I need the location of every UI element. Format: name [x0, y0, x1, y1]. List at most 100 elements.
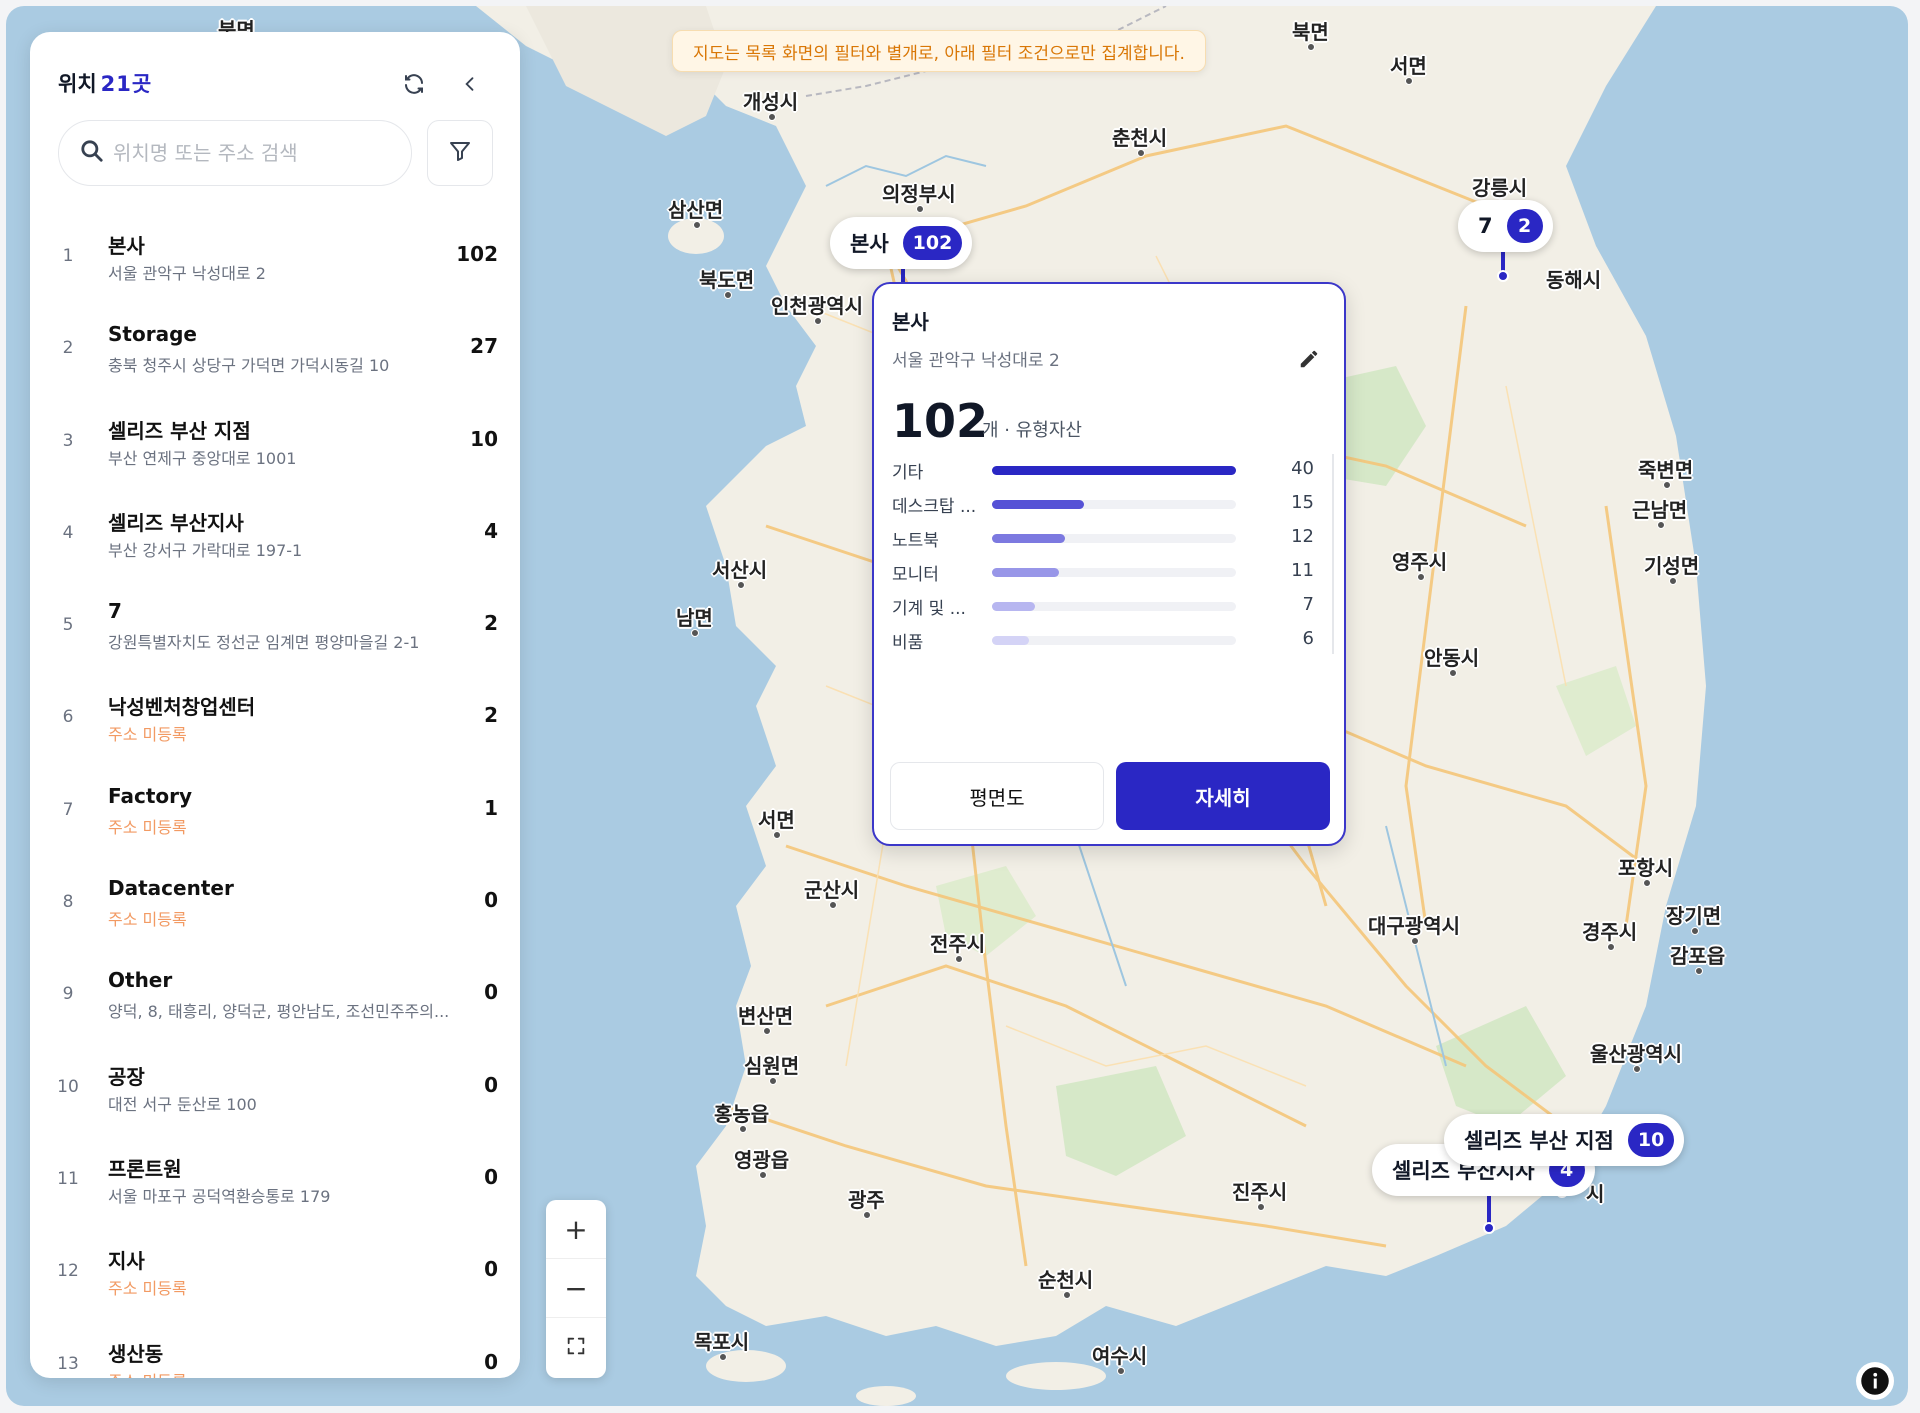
search-input[interactable] [113, 141, 383, 165]
location-list-item[interactable]: 4 셀리즈 부산지사 부산 강서구 가락대로 197-1 4 [30, 489, 520, 581]
list-item-index: 3 [62, 430, 74, 451]
map-place-label: 서면 [1390, 50, 1427, 85]
list-item-address: 충북 청주시 상당구 가덕면 가덕시동길 10 [108, 356, 390, 376]
list-item-address: 주소 미등록 [108, 1368, 187, 1378]
category-value: 11 [1291, 560, 1314, 581]
map-place-label: 포항시 [1618, 852, 1673, 887]
edit-icon[interactable] [1298, 348, 1320, 374]
list-item-asset-count: 2 [484, 703, 498, 728]
fullscreen-button[interactable] [546, 1318, 606, 1377]
detail-button[interactable]: 자세히 [1116, 762, 1330, 830]
list-item-name: 낙성벤처창업센터 [108, 695, 256, 720]
map-place-label: 장기면 [1666, 900, 1721, 935]
location-list[interactable]: 1 본사 서울 관악구 낙성대로 2 102 2 Storage 충북 청주시 상당구 가덕… [30, 212, 520, 1378]
list-item-name: 셀리즈 부산 지점 [108, 418, 251, 443]
popup-title: 본사 [892, 310, 929, 334]
map-place-label: 영주시 [1392, 546, 1447, 581]
list-item-index: 13 [57, 1353, 79, 1374]
list-item-name: 7 [108, 599, 122, 624]
map-place-label: 홍농읍 [714, 1098, 769, 1133]
zoom-in-button[interactable]: + [546, 1200, 606, 1259]
map-place-label: 울산광역시 [1590, 1038, 1682, 1073]
refresh-icon[interactable] [396, 66, 432, 102]
popup-scrollbar[interactable] [1332, 454, 1334, 654]
category-bar-fill [992, 534, 1066, 543]
location-list-item[interactable]: 11 프론트원 서울 마포구 공덕역환승통로 179 0 [30, 1135, 520, 1227]
location-list-item[interactable]: 12 지사 주소 미등록 0 [30, 1227, 520, 1319]
map-place-label: 북면 [1292, 16, 1329, 51]
list-item-name: Other [108, 968, 173, 993]
location-list-item[interactable]: 13 생산동주소 미등록 0 [30, 1320, 520, 1378]
info-icon[interactable] [1856, 1362, 1894, 1400]
map-place-label: 남면 [676, 602, 713, 637]
location-list-item[interactable]: 7 Factory 주소 미등록 1 [30, 766, 520, 858]
list-item-name: 공장 [108, 1064, 145, 1089]
list-item-address: 부산 연제구 중앙대로 1001 [108, 448, 297, 468]
filter-button[interactable] [427, 120, 493, 186]
category-bar-row: 기계 및 ... 7 [892, 590, 1332, 620]
category-value: 40 [1291, 458, 1314, 479]
map-place-label: 전주시 [930, 928, 985, 963]
list-item-index: 1 [62, 246, 74, 266]
zoom-controls: + − [546, 1200, 606, 1378]
collapse-chevron-left-icon[interactable] [452, 66, 488, 102]
location-list-item[interactable]: 1 본사 서울 관악구 낙성대로 2 102 [30, 212, 520, 304]
category-bar-fill [992, 636, 1029, 645]
list-item-asset-count: 0 [484, 888, 498, 913]
list-item-address: 서울 관악구 낙성대로 2 [108, 264, 266, 283]
map-place-label: 군산시 [804, 874, 859, 909]
list-item-index: 5 [62, 615, 74, 636]
search-box[interactable] [58, 120, 412, 186]
marker-count-badge: 102 [902, 226, 963, 260]
map-marker-7[interactable]: 7 2 [1458, 200, 1553, 252]
list-item-address: 대전 서구 둔산로 100 [108, 1094, 257, 1114]
category-bar-list[interactable]: 기타40데스크탑 ...15노트북12모니터11기계 및 ...7비품6모바일/… [874, 454, 1344, 654]
location-list-item[interactable]: 9 Other 양덕, 8, 태흥리, 양덕군, 평안남도, 조선민주주의... 0 [30, 950, 520, 1042]
location-list-item[interactable]: 5 7 강원특별자치도 정선군 임계면 평양마을길 2-1 2 [30, 581, 520, 673]
location-list-item[interactable]: 3 셀리즈 부산 지점 부산 연제구 중앙대로 1001 10 [30, 397, 520, 489]
list-item-address: 주소 미등록 [108, 817, 187, 837]
location-list-item[interactable]: 6 낙성벤처창업센터 주소 미등록 2 [30, 673, 520, 765]
map-marker-busan-office[interactable]: 셀리즈 부산 지점 10 [1444, 1114, 1685, 1166]
category-bar-row: 모니터 11 [892, 556, 1332, 586]
marker-pin [1483, 1222, 1495, 1234]
map-filter-notice: 지도는 목록 화면의 필터와 별개로, 아래 필터 조건으로만 집계합니다. [672, 30, 1206, 72]
category-bar-track [992, 534, 1236, 543]
list-item-index: 6 [62, 707, 74, 728]
category-value: 7 [1302, 594, 1314, 615]
location-title: 위치 [58, 72, 97, 96]
category-bar-track [992, 568, 1236, 577]
marker-pin [1497, 270, 1509, 282]
marker-label: 본사 [850, 232, 889, 256]
location-sidebar: 위치21곳 1본사서울 관악구 낙성대로 21022Storage충북 청주시 … [30, 32, 520, 1378]
list-item-address: 서울 마포구 공덕역환승통로 179 [108, 1186, 331, 1206]
floorplan-button[interactable]: 평면도 [890, 762, 1104, 830]
location-list-item[interactable]: 8 Datacenter 주소 미등록 0 [30, 858, 520, 950]
map-place-label: 서산시 [712, 554, 767, 589]
location-list-item[interactable]: 2 Storage 충북 청주시 상당구 가덕면 가덕시동길 10 27 [30, 304, 520, 396]
marker-label: 셀리즈 부산 지점 [1464, 1129, 1614, 1153]
category-bar-fill [992, 500, 1084, 509]
list-item-name: Storage [108, 322, 197, 347]
list-item-asset-count: 0 [484, 1257, 498, 1282]
list-item-index: 11 [57, 1168, 79, 1189]
category-bar-track [992, 602, 1236, 611]
list-item-asset-count: 0 [484, 980, 498, 1005]
zoom-out-button[interactable]: − [546, 1259, 606, 1318]
map-marker-hq[interactable]: 본사 102 [830, 217, 973, 269]
list-item-asset-count: 4 [484, 518, 498, 543]
category-label: 비품 [892, 633, 924, 653]
list-item-address: 강원특별자치도 정선군 임계면 평양마을길 2-1 [108, 633, 420, 653]
list-item-asset-count: 1 [484, 795, 498, 820]
map-place-label: 의정부시 [882, 178, 956, 213]
map-place-label: 목포시 [694, 1326, 749, 1361]
map-place-label: 죽변면 [1638, 454, 1693, 489]
app: 북면 북면 서면 개성시 춘천시 의정부시 강릉시 삼산면 동해시 북도면 인천… [0, 0, 1920, 1413]
map-place-label: 북도면 [699, 264, 754, 299]
list-item-index: 4 [62, 522, 74, 543]
list-item-name: Factory [108, 783, 193, 808]
list-item-address: 부산 강서구 가락대로 197-1 [108, 540, 303, 560]
list-item-index: 2 [62, 338, 74, 359]
list-item-name: 지사 [108, 1249, 145, 1274]
location-list-item[interactable]: 10 공장 대전 서구 둔산로 100 0 [30, 1043, 520, 1135]
